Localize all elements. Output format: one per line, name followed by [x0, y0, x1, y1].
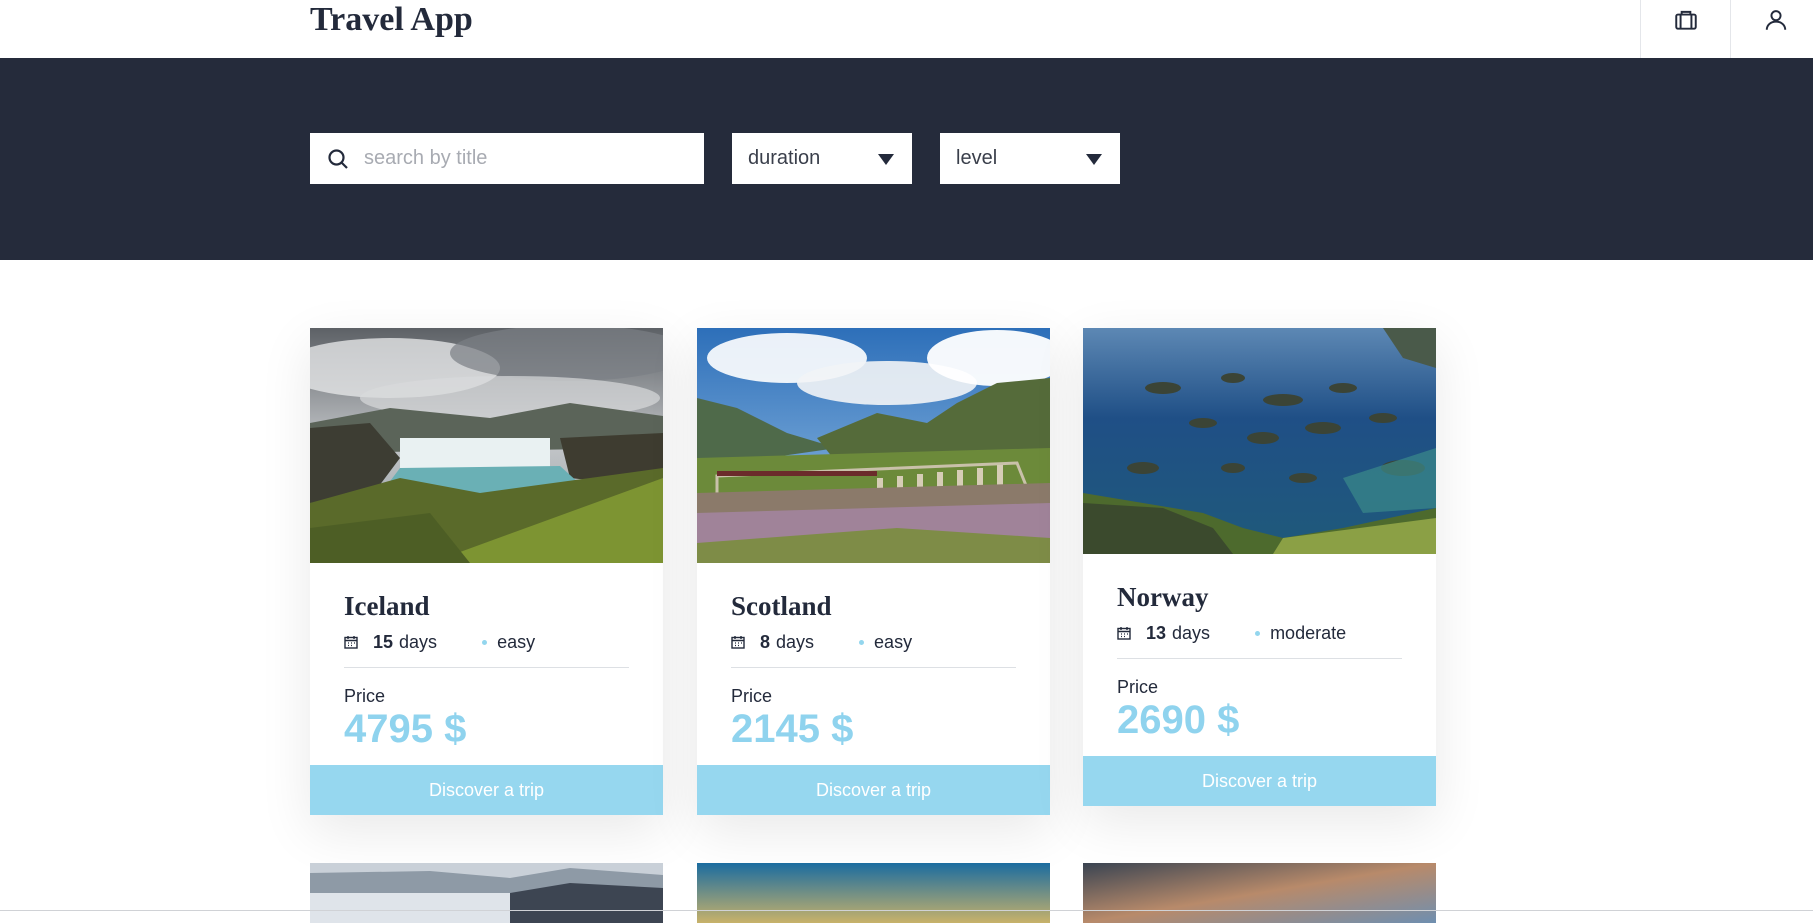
trip-price: 2145 $ [731, 707, 854, 751]
discover-trip-button[interactable]: Discover a trip [1083, 756, 1436, 806]
trip-days-count: 15 [373, 631, 394, 652]
user-icon [1765, 10, 1786, 30]
search-input[interactable] [364, 133, 704, 184]
discover-trip-button[interactable]: Discover a trip [697, 765, 1050, 815]
trip-days-count: 8 [760, 631, 771, 652]
trip-days-count: 13 [1146, 622, 1167, 643]
trip-days-unit: days [776, 631, 815, 652]
profile-button[interactable] [1730, 0, 1813, 58]
app-header: Travel App [0, 0, 1813, 58]
filter-bar: duration level [0, 58, 1813, 260]
trip-level: easy [874, 631, 913, 652]
discover-trip-button[interactable]: Discover a trip [310, 765, 663, 815]
duration-select[interactable]: duration [732, 133, 912, 184]
bookings-button[interactable] [1640, 0, 1730, 58]
trip-image[interactable] [310, 863, 663, 923]
trip-card-partial[interactable] [310, 863, 663, 923]
price-label: Price [1117, 677, 1159, 697]
trip-card-partial[interactable] [1083, 863, 1436, 923]
trip-title: Norway [1117, 582, 1209, 612]
search-box[interactable] [310, 133, 704, 184]
trip-level: moderate [1270, 622, 1347, 643]
calendar-icon [731, 636, 745, 649]
trip-image[interactable] [697, 863, 1050, 923]
trip-price: 2690 $ [1117, 698, 1240, 742]
calendar-icon [1117, 627, 1131, 640]
trip-image[interactable] [1083, 863, 1436, 923]
trip-price: 4795 $ [344, 707, 467, 751]
caret-down-icon [1086, 154, 1102, 165]
bullet-dot-icon [1255, 630, 1261, 636]
trip-card: Iceland 15 days easy Price 4795 $ Discov… [310, 328, 663, 815]
trip-card: Norway 13 days moderate Price 2690 $ Dis… [1083, 328, 1436, 806]
level-select-label: level [956, 147, 998, 169]
calendar-icon [344, 636, 358, 649]
trips-list: Iceland 15 days easy Price 4795 $ Discov… [0, 260, 1813, 923]
trip-level: easy [497, 631, 536, 652]
trip-image[interactable] [697, 328, 1050, 563]
price-label: Price [344, 686, 386, 706]
trip-card: Scotland 8 days easy Price 2145 $ Discov… [697, 328, 1050, 815]
trip-days-unit: days [399, 631, 438, 652]
bullet-dot-icon [482, 639, 488, 645]
trip-days-unit: days [1172, 622, 1211, 643]
search-icon [328, 148, 348, 169]
caret-down-icon [878, 154, 894, 165]
trip-card-partial[interactable] [697, 863, 1050, 923]
app-title[interactable]: Travel App [310, 0, 473, 40]
trip-title: Scotland [731, 591, 832, 621]
duration-select-label: duration [748, 147, 821, 169]
trip-meta: 8 days easy [731, 631, 1016, 668]
trip-meta: 13 days moderate [1117, 622, 1402, 659]
price-label: Price [731, 686, 773, 706]
trip-image[interactable] [1083, 328, 1436, 554]
bullet-dot-icon [859, 639, 865, 645]
trip-image[interactable] [310, 328, 663, 563]
trip-meta: 15 days easy [344, 631, 629, 668]
trip-title: Iceland [344, 591, 430, 621]
level-select[interactable]: level [940, 133, 1120, 184]
briefcase-icon [1674, 10, 1697, 30]
